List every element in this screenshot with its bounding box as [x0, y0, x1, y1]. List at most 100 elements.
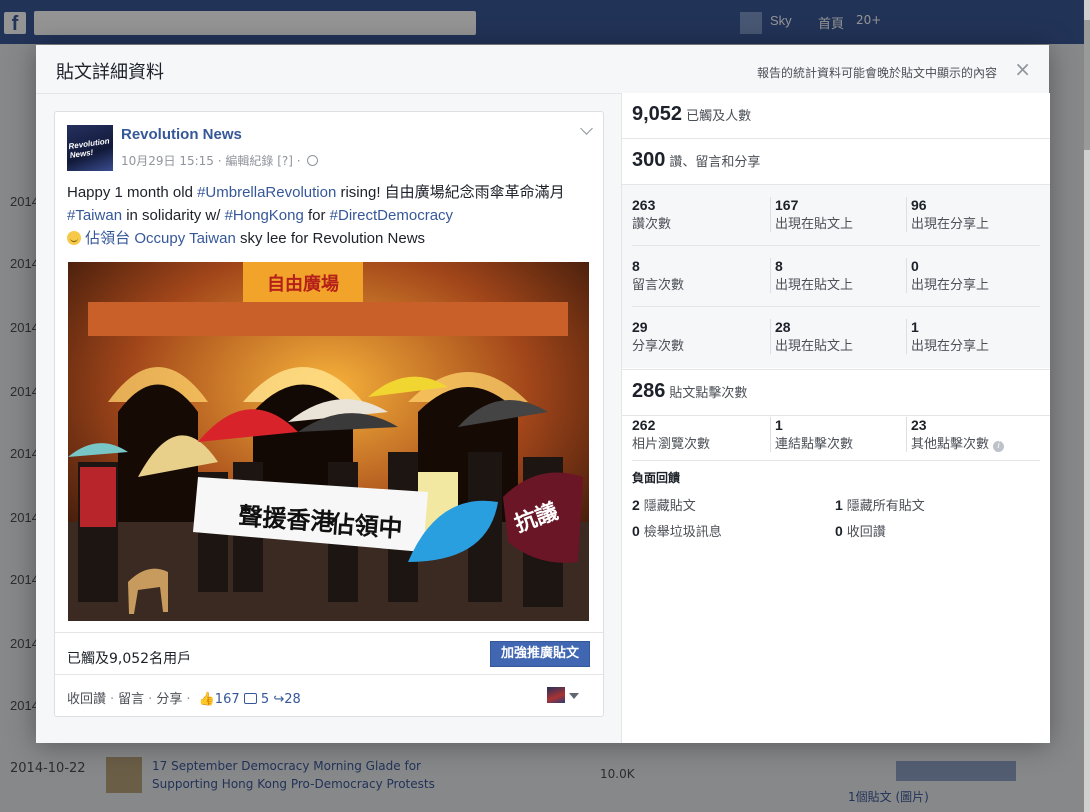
stat-number: 263 [632, 197, 656, 213]
stat-label: 連結點擊次數 [775, 437, 854, 452]
clicks-value: 286 [632, 380, 666, 402]
comments-row: 8 留言次數 8 出現在貼文上 0 出現在分享上 [632, 246, 1040, 307]
stat-label: 留言次數 [632, 278, 685, 293]
stat-label: 讚次數 [632, 217, 672, 232]
post-divider [55, 632, 603, 633]
stat-cell: 1 連結點擊次數 [770, 417, 853, 452]
post-photo[interactable]: 自由廣場 聲援香港 佔領中 抗議 [68, 262, 589, 621]
post-text-segment: rising! 自由廣場紀念雨傘革命滿月 [336, 184, 565, 201]
post-details-dialog: 貼文詳細資料 報告的統計資料可能會晚於貼文中顯示的內容 × Revolution… [36, 45, 1050, 743]
negative-count: 2 [632, 497, 640, 513]
photo-illustration: 自由廣場 聲援香港 佔領中 抗議 [68, 262, 589, 621]
thumbs-up-icon[interactable]: 👍 [199, 692, 215, 707]
page-scrollbar-thumb[interactable] [1084, 20, 1090, 150]
page-scrollbar[interactable] [1084, 0, 1090, 812]
hashtag-umbrellarevolution[interactable]: #UmbrellaRevolution [197, 184, 336, 201]
dialog-note: 報告的統計資料可能會晚於貼文中顯示的內容 [756, 66, 997, 80]
globe-icon[interactable] [307, 155, 319, 166]
action-separator: · [186, 692, 191, 707]
stat-label: 相片瀏覽次數 [632, 437, 711, 452]
stat-cell: 28 出現在貼文上 [770, 319, 853, 354]
unlike-link[interactable]: 收回讚 [67, 692, 106, 707]
stat-number: 0 [911, 258, 919, 274]
action-separator: · [110, 692, 115, 707]
page-name-link[interactable]: Revolution News [121, 126, 242, 143]
stat-label: 出現在分享上 [911, 339, 990, 354]
share-icon[interactable]: ↪ [273, 692, 284, 707]
stat-number: 23 [911, 417, 927, 433]
comment-link[interactable]: 留言 [118, 692, 144, 707]
close-icon[interactable]: × [1014, 57, 1031, 81]
post-meta: 10月29日 15:15 · 編輯紀錄 [?] · [121, 152, 319, 169]
stat-label: 出現在貼文上 [775, 278, 854, 293]
post-action-bar: 收回讚 · 留言 · 分享 · 👍167 5 ↪28 [67, 688, 301, 707]
negative-hide-post: 2 隱藏貼文 [632, 495, 696, 514]
meta-separator: · [213, 154, 226, 168]
negative-label: 隱藏所有貼文 [846, 499, 925, 514]
stat-cell: 1 出現在分享上 [906, 319, 989, 354]
post-stats-panel: 9,052 已觸及人數 300 讚、留言和分享 263 讚次數 167 出現在貼文上 9… [621, 93, 1050, 743]
engagement-summary: 300 讚、留言和分享 [622, 139, 1050, 185]
post-date[interactable]: 10月29日 15:15 [121, 154, 214, 168]
actor-selector[interactable] [547, 687, 579, 705]
post-reach-text: 已觸及9,052名用戶 [67, 651, 192, 667]
meta-separator: · [292, 154, 305, 168]
share-link[interactable]: 分享 [156, 692, 182, 707]
negative-count: 1 [835, 497, 843, 513]
stat-cell: 23 其他點擊次數 i [906, 417, 1005, 452]
negative-count: 0 [835, 523, 843, 539]
engagement-breakdown: 263 讚次數 167 出現在貼文上 96 出現在分享上 8 留言次數 8 出現在貼文上 … [622, 185, 1050, 368]
stat-number: 96 [911, 197, 927, 213]
stat-cell: 262 相片瀏覽次數 [632, 417, 710, 452]
chevron-down-icon[interactable] [580, 122, 593, 135]
gate-beam [88, 302, 568, 336]
stat-number: 8 [632, 258, 640, 274]
stat-number: 29 [632, 319, 648, 335]
person-red-shirt [80, 467, 116, 527]
stat-number: 28 [775, 319, 791, 335]
edit-history-link[interactable]: 編輯紀錄 [225, 154, 273, 168]
info-icon[interactable]: i [993, 441, 1005, 452]
stat-label: 出現在貼文上 [775, 217, 854, 232]
gate-sign-text: 自由廣場 [267, 273, 339, 295]
avatar-logo-text: Revolution News! [67, 136, 111, 160]
occupy-taiwan-link[interactable]: Occupy Taiwan [134, 230, 235, 247]
negative-hide-all: 1 隱藏所有貼文 [835, 495, 925, 514]
hashtag-hongkong[interactable]: #HongKong [225, 207, 304, 224]
engagement-label: 讚、留言和分享 [669, 155, 761, 170]
hashtag-directdemocracy[interactable]: #DirectDemocracy [330, 207, 453, 224]
stat-cell: 0 出現在分享上 [906, 258, 989, 293]
like-count[interactable]: 167 [215, 692, 240, 707]
reach-value: 9,052 [632, 103, 683, 125]
post-card: Revolution News! Revolution News 10月29日 … [54, 111, 604, 717]
boost-post-button[interactable]: 加強推廣貼文 [489, 641, 590, 667]
comment-icon[interactable] [243, 693, 257, 704]
stat-label-text: 其他點擊次數 [911, 437, 990, 452]
negative-label: 收回讚 [846, 525, 886, 540]
stat-cell: 167 出現在貼文上 [770, 197, 853, 232]
hashtag-taiwan[interactable]: #Taiwan [67, 207, 122, 224]
negative-unlike: 0 收回讚 [835, 521, 886, 540]
share-count[interactable]: 28 [284, 692, 301, 707]
page-mini-avatar [547, 687, 565, 703]
stat-number: 167 [775, 197, 799, 213]
banner-text-right: 佔領中 [329, 509, 404, 543]
caret-down-icon [569, 693, 579, 699]
page-avatar[interactable]: Revolution News! [67, 125, 113, 171]
stat-cell: 29 分享次數 [632, 319, 684, 354]
stat-cell: 96 出現在分享上 [906, 197, 989, 232]
clicks-label: 貼文點擊次數 [669, 386, 748, 401]
dialog-header: 貼文詳細資料 報告的統計資料可能會晚於貼文中顯示的內容 × [36, 45, 1049, 94]
stat-label: 分享次數 [632, 339, 685, 354]
stat-number: 1 [911, 319, 919, 335]
negative-label: 檢舉垃圾訊息 [643, 525, 722, 540]
stat-label: 其他點擊次數 i [911, 433, 1005, 452]
comment-count[interactable]: 5 [261, 692, 269, 707]
post-text-segment: in solidarity w/ [122, 207, 225, 224]
stat-label: 出現在分享上 [911, 217, 990, 232]
post-text-segment: 佔領台 [81, 230, 135, 247]
clicks-row: 262 相片瀏覽次數 1 連結點擊次數 23 其他點擊次數 i [632, 415, 1040, 461]
negative-feedback-title: 負面回饋 [632, 471, 681, 485]
post-text-segment: sky lee for Revolution News [235, 230, 426, 247]
edit-history-help[interactable]: [?] [277, 154, 293, 168]
